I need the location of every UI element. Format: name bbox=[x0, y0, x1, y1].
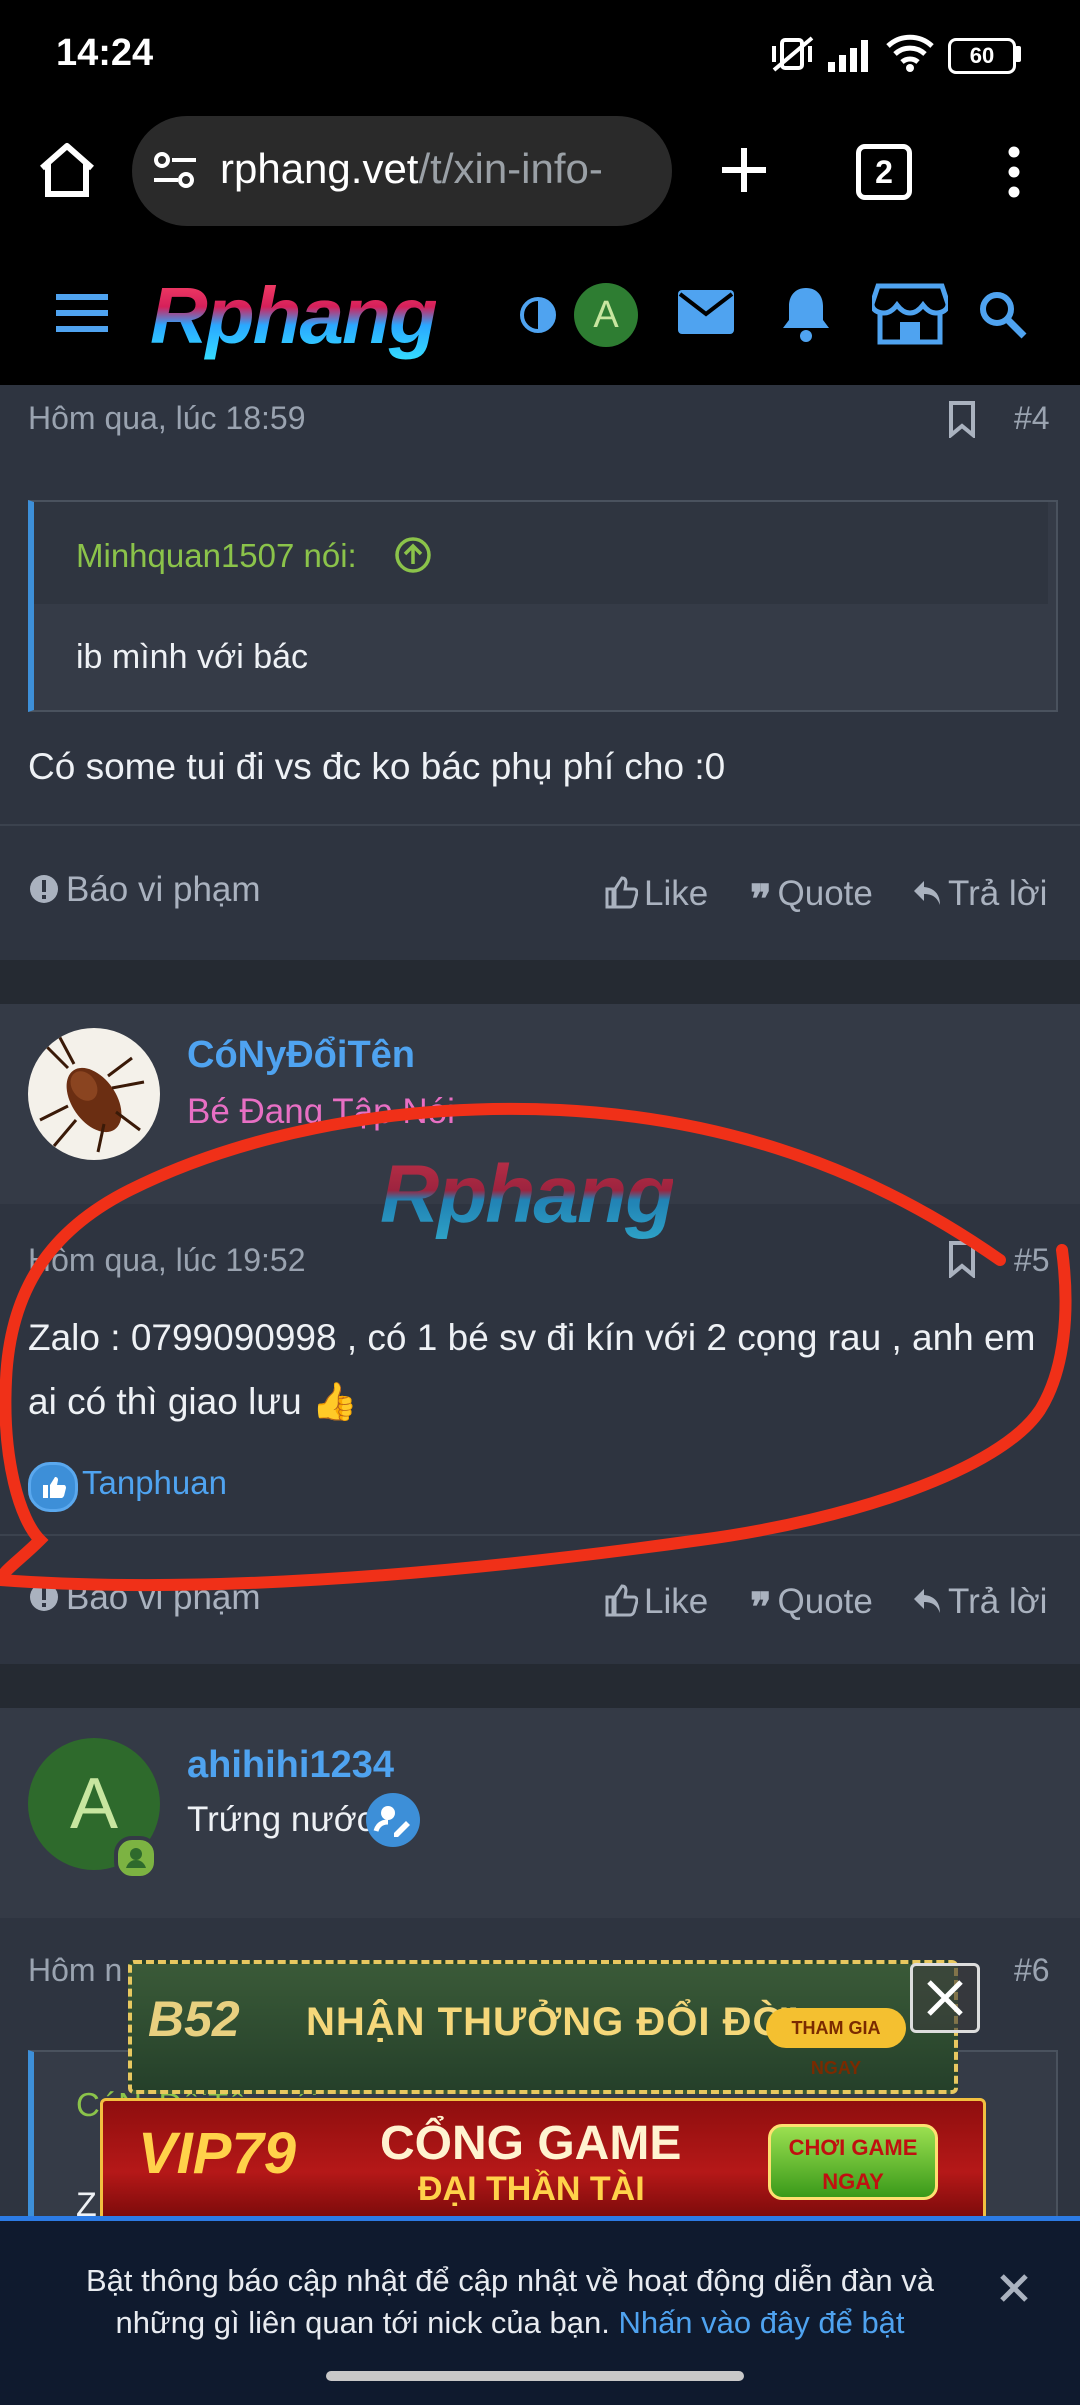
ad-vip79-line1: CỔNG GAME bbox=[380, 2117, 682, 2170]
quote-author[interactable]: Minhquan1507 nói: bbox=[76, 537, 357, 575]
tab-switcher-button[interactable]: 2 bbox=[856, 144, 912, 200]
red-annotation-scribble bbox=[0, 1102, 1072, 1592]
like-button[interactable]: Like bbox=[604, 874, 708, 914]
ad-b52-cta[interactable]: THAM GIA NGAY bbox=[766, 2008, 906, 2078]
post-separator bbox=[0, 960, 1080, 1004]
reply-button[interactable]: Trả lời bbox=[912, 874, 1047, 914]
ad-close-button[interactable] bbox=[910, 1963, 980, 2033]
ad-vip79-cta[interactable]: CHƠI GAME NGAY bbox=[768, 2124, 938, 2200]
report-button[interactable]: Báo vi phạm bbox=[28, 870, 261, 910]
close-icon[interactable] bbox=[996, 2270, 1032, 2306]
thumbs-up-icon bbox=[604, 875, 638, 909]
quote-author-name: Minhquan1507 nói: bbox=[76, 537, 357, 574]
site-logo[interactable]: Rphang bbox=[150, 270, 438, 362]
user-avatar[interactable]: A bbox=[574, 283, 638, 347]
post-6-author-header bbox=[0, 1708, 1080, 1918]
hamburger-menu-icon[interactable] bbox=[54, 292, 110, 334]
bookmark-icon[interactable] bbox=[948, 400, 976, 438]
ad-vip79-brand: VIP79 bbox=[138, 2121, 296, 2186]
user-edit-icon bbox=[373, 1806, 410, 1837]
post-timestamp[interactable]: Hôm n bbox=[28, 1952, 122, 1989]
site-settings-icon[interactable] bbox=[152, 150, 198, 190]
bell-icon[interactable] bbox=[780, 284, 832, 342]
ad-b52-brand: B52 bbox=[148, 1991, 240, 2047]
author-username[interactable]: CóNyĐổiTên bbox=[187, 1034, 415, 1077]
home-icon[interactable] bbox=[36, 140, 98, 200]
reply-label: Trả lời bbox=[948, 874, 1048, 913]
member-badge bbox=[366, 1793, 420, 1847]
post-separator bbox=[0, 1664, 1080, 1708]
like-label: Like bbox=[644, 874, 709, 913]
battery-tip bbox=[1015, 46, 1021, 62]
author-title: Trứng nước bbox=[187, 1800, 375, 1839]
gesture-home-indicator[interactable] bbox=[326, 2371, 744, 2381]
ad-b52-text: NHẬN THƯỞNG ĐỔI ĐỜI bbox=[306, 2000, 800, 2044]
post-number[interactable]: #6 bbox=[1014, 1952, 1050, 1989]
online-status-badge bbox=[114, 1836, 158, 1880]
url-text[interactable]: rphang.vet/t/xin-info- bbox=[220, 145, 650, 193]
jump-to-quote-icon[interactable] bbox=[394, 536, 432, 574]
quote-text: ib mình với bác bbox=[76, 638, 309, 676]
new-tab-icon[interactable] bbox=[716, 142, 772, 198]
report-icon bbox=[28, 873, 60, 905]
status-time: 14:24 bbox=[56, 32, 154, 74]
battery-indicator: 60 bbox=[948, 38, 1016, 74]
store-icon[interactable] bbox=[872, 282, 948, 346]
mail-icon[interactable] bbox=[678, 290, 734, 334]
author-username[interactable]: ahihihi1234 bbox=[187, 1744, 394, 1787]
post-number[interactable]: #4 bbox=[1014, 400, 1050, 437]
quote-button[interactable]: ❞ Quote bbox=[750, 874, 873, 923]
divider bbox=[0, 824, 1080, 826]
url-path: /t/xin-info- bbox=[418, 145, 603, 192]
post-body: Có some tui đi vs đc ko bác phụ phí cho … bbox=[28, 746, 726, 787]
enable-notifications-link[interactable]: Nhấn vào đây để bật bbox=[618, 2305, 904, 2340]
ad-vip79-line2: ĐẠI THẦN TÀI bbox=[418, 2170, 645, 2208]
mute-vibrate-icon bbox=[770, 34, 816, 74]
reply-icon bbox=[912, 879, 942, 907]
url-host: rphang.vet bbox=[220, 145, 419, 192]
wifi-icon bbox=[886, 34, 934, 72]
theme-toggle-icon[interactable] bbox=[518, 295, 558, 335]
signal-icon bbox=[828, 36, 876, 72]
search-icon[interactable] bbox=[978, 290, 1028, 340]
more-menu-icon[interactable] bbox=[1000, 144, 1028, 200]
post-timestamp[interactable]: Hôm qua, lúc 18:59 bbox=[28, 400, 306, 437]
quote-icon: ❞ bbox=[750, 878, 772, 922]
report-label: Báo vi phạm bbox=[66, 870, 261, 909]
quote-label: Quote bbox=[777, 874, 873, 913]
close-icon bbox=[927, 1980, 963, 2016]
notification-message: Bật thông báo cập nhật để cập nhật về ho… bbox=[50, 2260, 970, 2344]
user-online-icon bbox=[126, 1848, 146, 1868]
